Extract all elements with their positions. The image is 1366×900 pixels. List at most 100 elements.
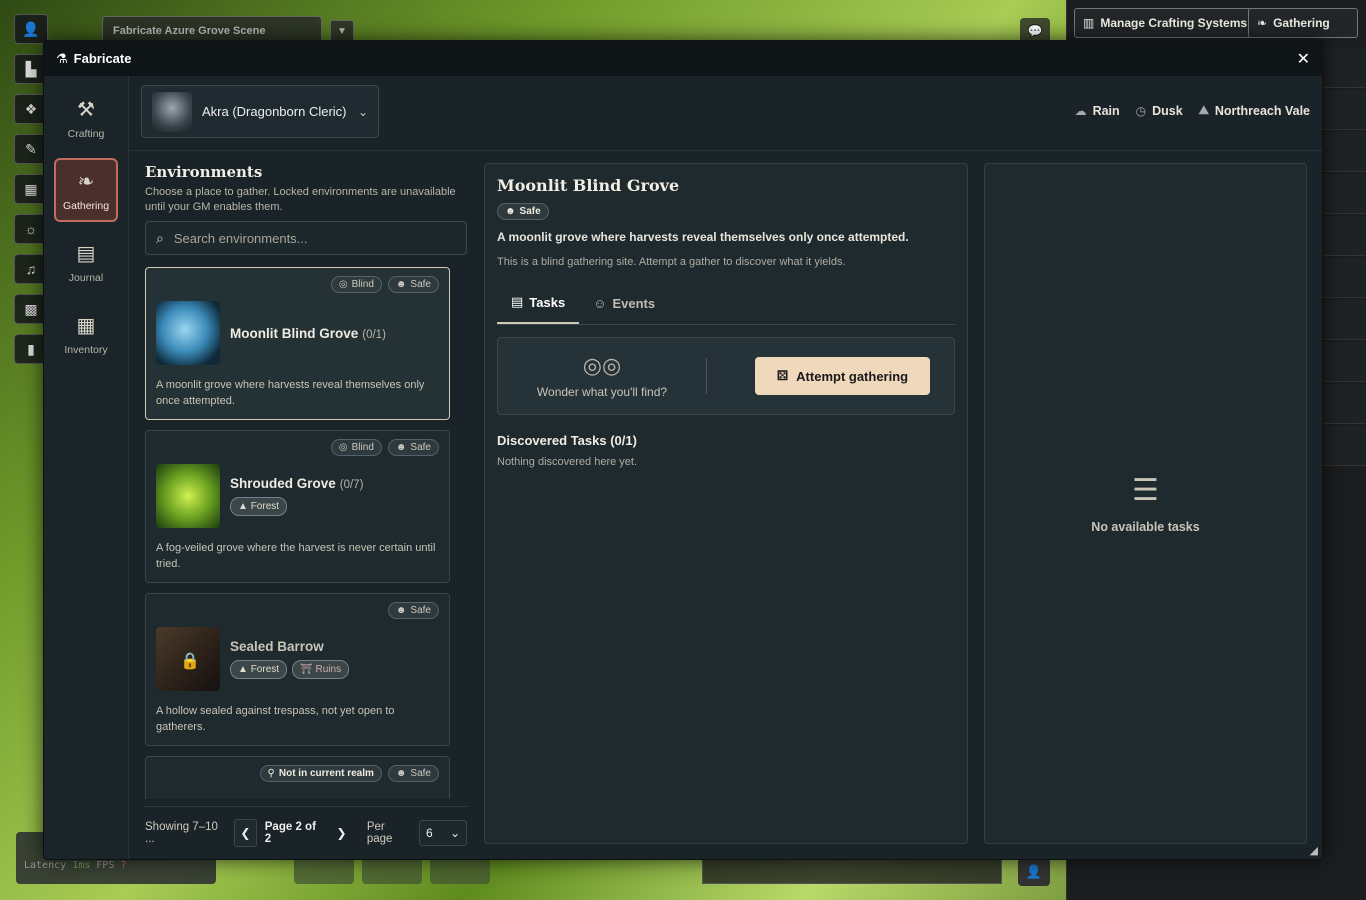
nav-item-label: Journal [68, 271, 104, 284]
flask-icon: ⚗ [56, 50, 68, 66]
environments-description: Choose a place to gather. Locked environ… [145, 186, 456, 213]
card-header: Moonlit Blind Grove (0/1) [156, 301, 439, 365]
safe-badge-label: Safe [519, 206, 541, 217]
condition-rain: ☁ Rain [1075, 103, 1120, 118]
tab-events[interactable]: ☺ Events [579, 286, 669, 324]
sidebar-row [1322, 426, 1366, 466]
card-header: 🔒 Sealed Barrow ▲ Forest ⛩ Ruins [156, 627, 439, 691]
condition-dusk: ◷ Dusk [1136, 103, 1183, 118]
per-page-value: 6 [425, 825, 433, 840]
environment-name-text: Shrouded Grove [230, 476, 336, 491]
leaf-icon: ❧ [1257, 16, 1268, 30]
environment-card[interactable]: ◎ Blind ☻ Safe Shrouded Grove (0/7) ▲ Forest A … [145, 430, 450, 583]
environment-count: (0/7) [339, 479, 364, 491]
sidebar-row [1322, 48, 1366, 88]
detail-title: Moonlit Blind Grove [497, 176, 680, 195]
sidebar-row [1322, 90, 1366, 130]
skull-icon: ☻ [395, 768, 407, 779]
condition-label: Rain [1092, 103, 1120, 118]
resize-handle-icon[interactable]: ◢ [1310, 844, 1318, 857]
conditions: ☁ Rain ◷ Dusk ⛰ Northreach Vale [1075, 103, 1310, 118]
tasks-panel: ☰ No available tasks [984, 163, 1307, 844]
wonder-block: ◎◎ Wonder what you'll find? [522, 353, 682, 399]
window-titlebar[interactable]: ⚗ Fabricate ✕ [44, 41, 1322, 76]
tree-icon: ▲ [238, 664, 251, 675]
divider [706, 358, 707, 394]
actor-select[interactable]: Akra (Dragonborn Cleric) ⌄ [141, 85, 379, 138]
page-label: Page 2 of 2 [264, 820, 316, 845]
badge-label: Not in current realm [278, 768, 374, 779]
badge: ◎ Blind [330, 276, 382, 293]
per-page-select[interactable]: 6 ⌄ [418, 819, 467, 846]
search-input[interactable] [173, 230, 456, 246]
card-cutoff [156, 782, 439, 796]
environment-name-text: Moonlit Blind Grove [230, 325, 359, 341]
latency-value: 1ms [72, 860, 91, 871]
environment-card[interactable]: ◎ Blind ☻ Safe Moonlit Blind Grove (0/1) A moo… [145, 267, 450, 420]
sidebar-row [1322, 342, 1366, 382]
badge: ☻ Safe [387, 439, 439, 456]
safe-badge: ☻ Safe [497, 203, 549, 220]
tab-events-label: Events [612, 295, 656, 311]
sidebar-strip [1322, 48, 1366, 528]
hotbar-slot[interactable] [362, 858, 422, 884]
tab-tasks-label: Tasks [529, 294, 566, 310]
badge-label: Safe [410, 605, 431, 616]
tag-label: Ruins [315, 664, 342, 675]
players-icon[interactable]: 👤 [1018, 858, 1050, 886]
environment-card[interactable]: ⚲ Not in current realm ☻ Safe [145, 756, 450, 799]
tag: ⛩ Ruins [292, 660, 350, 679]
environments-column: Environments Choose a place to gather. L… [145, 163, 467, 858]
hotbar-slot[interactable] [294, 858, 354, 884]
card-badges: ◎ Blind ☻ Safe [156, 439, 439, 456]
attempt-gathering-button[interactable]: ⚄ Attempt gathering [755, 357, 930, 395]
chevron-down-icon: ⌄ [357, 104, 368, 119]
prev-page-button[interactable]: ❮ [233, 818, 257, 847]
nav-item-label: Crafting [67, 127, 105, 140]
actor-avatar [152, 91, 192, 132]
nav-item-inventory[interactable]: ▦ Inventory [54, 302, 118, 366]
card-header: Shrouded Grove (0/7) ▲ Forest [156, 464, 439, 528]
environment-description: A hollow sealed against trespass, not ye… [156, 705, 395, 733]
hotbar-slot[interactable] [430, 858, 490, 884]
torii-icon: ⛩ [300, 664, 316, 675]
card-badges: ☻ Safe [156, 602, 439, 619]
search-box[interactable]: ⌕ [145, 221, 467, 255]
environment-count: (0/1) [362, 328, 386, 341]
manage-crafting-systems-button[interactable]: ▥ Manage Crafting Systems [1074, 8, 1257, 38]
discovered-tasks-title: Discovered Tasks (0/1) [497, 433, 637, 448]
nav-item-journal[interactable]: ▤ Journal [54, 230, 118, 294]
card-badges: ⚲ Not in current realm ☻ Safe [156, 765, 439, 782]
environment-card[interactable]: ☻ Safe 🔒 Sealed Barrow ▲ Forest ⛩ Ruins A holl… [145, 593, 450, 746]
actor-name: Akra (Dragonborn Cleric) [202, 104, 347, 119]
gathering-button[interactable]: ❧ Gathering [1248, 8, 1358, 38]
manage-crafting-systems-label: Manage Crafting Systems [1100, 16, 1248, 30]
fps-label: FPS [96, 860, 115, 871]
clipboard-icon: ▤ [511, 294, 524, 309]
close-icon[interactable]: ✕ [1297, 49, 1310, 69]
badge: ◎ Blind [330, 439, 382, 456]
main-area: Akra (Dragonborn Cleric) ⌄ ☁ Rain ◷ Dusk ⛰ No… [129, 76, 1322, 859]
sidebar-row [1322, 174, 1366, 214]
pagination: Showing 7–10 ... ❮ Page 2 of 2 ❯ Per pag… [145, 806, 467, 858]
environment-name: Moonlit Blind Grove (0/1) [230, 326, 386, 341]
gather-box: ◎◎ Wonder what you'll find? ⚄ Attempt ga… [497, 337, 955, 415]
environment-description: A moonlit grove where harvests reveal th… [156, 379, 425, 407]
showing-label: Showing 7–10 ... [145, 820, 218, 845]
tab-tasks[interactable]: ▤ Tasks [497, 286, 580, 324]
environment-name-text: Sealed Barrow [230, 639, 324, 654]
chat-input[interactable] [702, 858, 1002, 884]
list-icon: ☰ [1132, 474, 1159, 507]
no-tasks-text: No available tasks [1091, 520, 1200, 534]
nav-item-crafting[interactable]: ⚒ Crafting [54, 86, 118, 150]
sidebar-row [1322, 258, 1366, 298]
badge-label: Blind [351, 442, 374, 453]
next-page-button[interactable]: ❯ [330, 819, 353, 847]
environment-image: 🔒 [156, 627, 220, 691]
card-tags: ▲ Forest [230, 497, 363, 516]
nav-item-gathering[interactable]: ❧ Gathering [54, 158, 118, 222]
detail-tabs: ▤ Tasks ☺ Events [497, 286, 955, 325]
token-tool-icon[interactable]: 👤 [14, 14, 48, 44]
badge: ⚲ Not in current realm [259, 765, 382, 782]
environment-name: Sealed Barrow [230, 639, 349, 654]
